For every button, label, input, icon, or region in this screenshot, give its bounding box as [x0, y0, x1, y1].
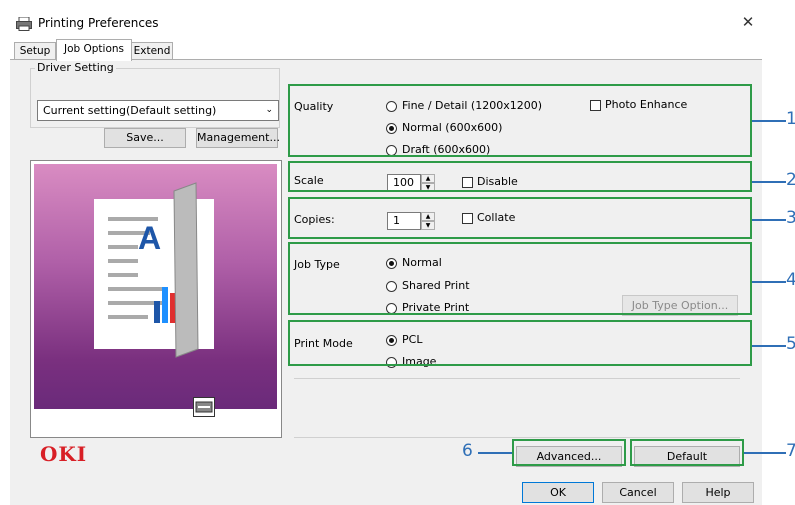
callout-4: 4: [786, 270, 795, 290]
highlight-job-type: [288, 242, 752, 315]
callout-line-2: [752, 181, 786, 183]
highlight-default: [630, 439, 744, 466]
oki-logo: OKI: [40, 442, 88, 466]
highlight-quality: [288, 84, 752, 157]
callout-line-7: [744, 452, 786, 454]
management-button[interactable]: Management...: [196, 128, 280, 148]
title-bar: Printing Preferences ✕: [10, 8, 762, 38]
callout-line-3: [752, 219, 786, 221]
close-button[interactable]: ✕: [738, 12, 758, 32]
driver-setting-value: Current setting(Default setting): [43, 104, 217, 117]
tab-bar: Setup Job Options Extend: [10, 38, 762, 61]
document-preview-icon: [94, 182, 214, 358]
callout-line-4: [752, 281, 786, 283]
callout-7: 7: [786, 441, 795, 461]
callout-6: 6: [462, 441, 473, 461]
preview-frame: A: [30, 160, 282, 438]
callout-3: 3: [786, 208, 795, 228]
driver-setting-combo[interactable]: Current setting(Default setting) ⌄: [37, 100, 279, 121]
ok-button[interactable]: OK: [522, 482, 594, 503]
printer-output-icon: [193, 397, 215, 417]
separator: [294, 437, 740, 438]
separator: [294, 378, 740, 379]
tab-job-options[interactable]: Job Options: [56, 39, 132, 61]
preview-letter: A: [138, 220, 162, 256]
callout-line-1: [752, 120, 786, 122]
tab-extend[interactable]: Extend: [131, 42, 173, 60]
callout-5: 5: [786, 334, 795, 354]
callout-1: 1: [786, 109, 795, 129]
chevron-down-icon: ⌄: [265, 105, 273, 115]
driver-setting-label: Driver Setting: [35, 61, 116, 74]
callout-line-5: [752, 345, 786, 347]
preview-image: A: [34, 164, 277, 409]
callout-line-6: [478, 452, 512, 454]
tab-setup[interactable]: Setup: [14, 42, 56, 60]
highlight-scale: [288, 161, 752, 192]
window-title: Printing Preferences: [38, 16, 159, 30]
highlight-advanced: [512, 439, 626, 466]
save-button[interactable]: Save...: [104, 128, 186, 148]
highlight-copies: [288, 197, 752, 239]
callout-2: 2: [786, 170, 795, 190]
cancel-button[interactable]: Cancel: [602, 482, 674, 503]
printer-icon: [16, 17, 32, 31]
help-button[interactable]: Help: [682, 482, 754, 503]
highlight-print-mode: [288, 320, 752, 366]
